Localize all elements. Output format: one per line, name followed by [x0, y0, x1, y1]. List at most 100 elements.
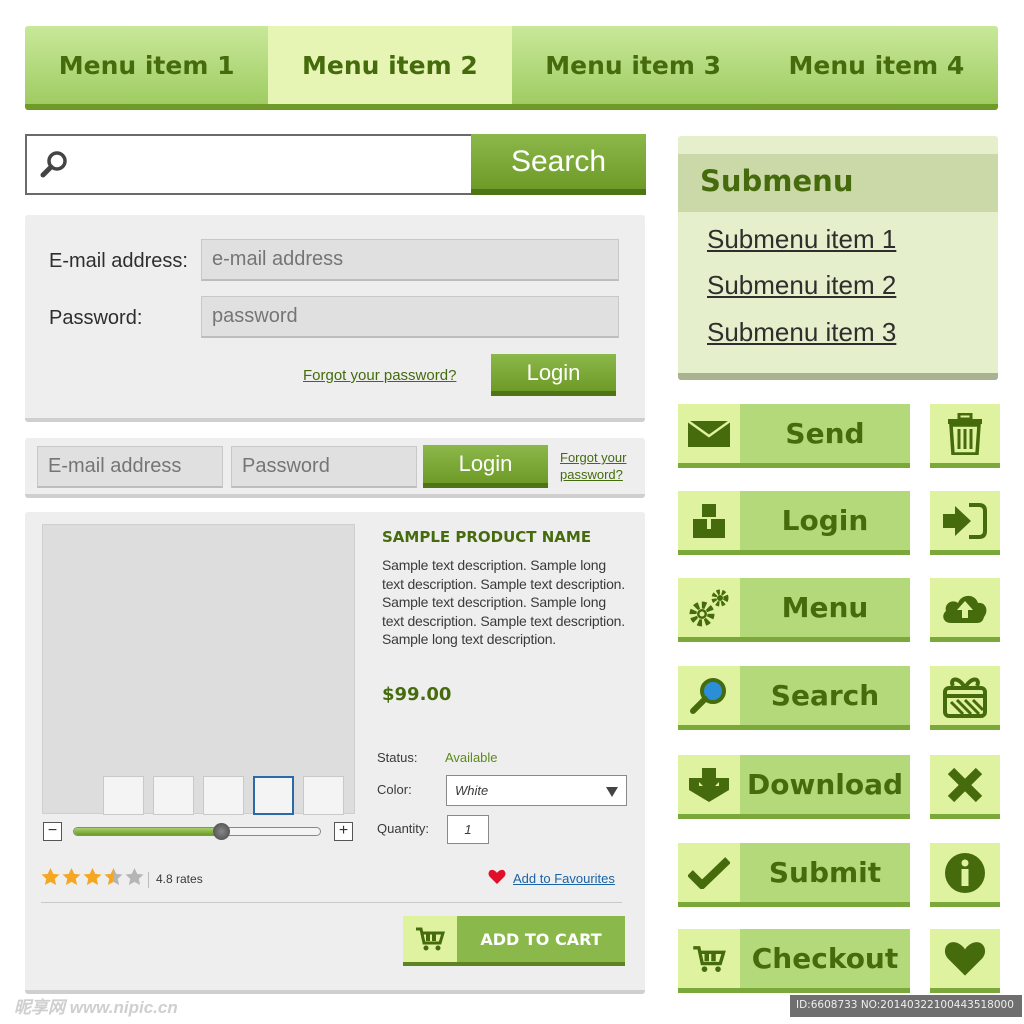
status-value: Available — [445, 750, 498, 765]
inline-password-field[interactable] — [231, 446, 417, 488]
color-select-value: White — [455, 783, 489, 798]
product-description: Sample text description. Sample long tex… — [382, 557, 625, 647]
sign-in-icon — [943, 502, 987, 539]
menu-item-3[interactable]: Menu item 3 — [512, 26, 755, 104]
checkout-button[interactable]: Checkout — [678, 929, 910, 993]
close-button[interactable] — [930, 755, 1000, 819]
quantity-input[interactable]: 1 — [447, 815, 489, 844]
gift-icon — [943, 677, 987, 718]
cart-icon — [403, 916, 457, 962]
submenu-item-1[interactable]: Submenu item 1 — [707, 224, 896, 255]
login-button[interactable]: Login — [491, 354, 616, 396]
product-thumbnail[interactable] — [253, 776, 294, 815]
star-icon[interactable] — [125, 868, 144, 886]
product-image — [42, 524, 355, 815]
submenu-item-2[interactable]: Submenu item 2 — [707, 270, 896, 301]
user-icon — [678, 491, 740, 550]
menu-item-4[interactable]: Menu item 4 — [755, 26, 998, 104]
quantity-label: Quantity: — [377, 821, 430, 836]
search-icon — [40, 151, 67, 178]
rating-stars[interactable] — [41, 868, 144, 886]
zoom-slider-track[interactable] — [73, 827, 321, 836]
inline-login-button[interactable]: Login — [423, 445, 548, 488]
search-action-button[interactable]: Search — [678, 666, 910, 730]
email-label: E-mail address: — [49, 250, 188, 272]
divider — [41, 902, 622, 903]
star-icon[interactable] — [41, 868, 60, 886]
magnifier-icon — [678, 666, 740, 725]
search-label: Search — [770, 679, 880, 712]
inline-email-field[interactable] — [37, 446, 223, 488]
menu-label: Menu — [781, 591, 869, 624]
zoom-in-button[interactable]: + — [334, 822, 353, 841]
send-button[interactable]: Send — [678, 404, 910, 468]
sign-in-button[interactable] — [930, 491, 1000, 555]
product-name: SAMPLE PRODUCT NAME — [382, 528, 592, 546]
inline-forgot-password-link[interactable]: Forgot your password? — [560, 449, 640, 483]
star-icon[interactable] — [62, 868, 81, 886]
product-thumbnail[interactable] — [303, 776, 344, 815]
dropdown-arrow-icon — [606, 787, 618, 797]
submenu-item-3[interactable]: Submenu item 3 — [707, 317, 896, 348]
product-panel: − + SAMPLE PRODUCT NAME Sample text desc… — [25, 512, 645, 994]
heart-icon — [488, 869, 506, 884]
zoom-slider-fill — [74, 828, 222, 835]
top-menu: Menu item 1 Menu item 2 Menu item 3 Menu… — [25, 26, 998, 110]
trash-icon — [948, 412, 982, 455]
search-button[interactable]: Search — [471, 134, 646, 195]
product-thumbnail[interactable] — [153, 776, 194, 815]
download-label: Download — [746, 768, 904, 801]
login-label: Login — [781, 504, 869, 537]
heart-icon — [944, 941, 986, 976]
info-button[interactable] — [930, 843, 1000, 907]
password-label: Password: — [49, 307, 143, 329]
product-thumbnail[interactable] — [203, 776, 244, 815]
gift-button[interactable] — [930, 666, 1000, 730]
product-thumbnail[interactable] — [103, 776, 144, 815]
status-label: Status: — [377, 750, 418, 765]
color-select[interactable]: White — [446, 775, 627, 806]
inline-login-bar: Login Forgot your password? — [25, 438, 645, 498]
zoom-slider-handle[interactable] — [212, 823, 230, 840]
star-icon[interactable] — [104, 868, 123, 886]
watermark-left: 昵享网 www.nipic.cn — [14, 998, 178, 1017]
search-box — [25, 134, 472, 195]
gears-icon — [678, 578, 740, 637]
checkout-label: Checkout — [751, 942, 899, 975]
cloud-upload-button[interactable] — [930, 578, 1000, 642]
color-label: Color: — [377, 782, 412, 797]
watermark-right: ID:6608733 NO:20140322100443518000 — [790, 995, 1022, 1017]
add-to-favourites-link[interactable]: Add to Favourites — [513, 871, 615, 886]
heart-button[interactable] — [930, 929, 1000, 993]
login-action-button[interactable]: Login — [678, 491, 910, 555]
email-field[interactable] — [201, 239, 619, 281]
submit-button[interactable]: Submit — [678, 843, 910, 907]
cart-icon — [678, 929, 740, 988]
forgot-password-link[interactable]: Forgot your password? — [303, 367, 456, 384]
download-button[interactable]: Download — [678, 755, 910, 819]
menu-item-2[interactable]: Menu item 2 — [268, 26, 512, 104]
star-icon[interactable] — [83, 868, 102, 886]
submit-label: Submit — [768, 856, 882, 889]
envelope-icon — [678, 404, 740, 463]
send-label: Send — [785, 417, 865, 450]
close-icon — [947, 767, 983, 802]
rating-text: 4.8 rates — [156, 872, 203, 886]
password-field[interactable] — [201, 296, 619, 338]
add-to-cart-button[interactable]: ADD TO CART — [403, 916, 625, 966]
info-icon — [945, 852, 985, 893]
menu-item-1[interactable]: Menu item 1 — [25, 26, 268, 104]
trash-button[interactable] — [930, 404, 1000, 468]
menu-button[interactable]: Menu — [678, 578, 910, 642]
product-price: $99.00 — [382, 684, 452, 705]
submenu-title: Submenu — [678, 154, 998, 212]
add-to-cart-label: ADD TO CART — [480, 929, 602, 949]
cloud-upload-icon — [943, 595, 987, 623]
zoom-out-button[interactable]: − — [43, 822, 62, 841]
checkmark-icon — [678, 843, 740, 902]
login-panel: E-mail address: Password: Forgot your pa… — [25, 215, 645, 422]
download-icon — [678, 755, 740, 814]
submenu-panel: Submenu Submenu item 1 Submenu item 2 Su… — [678, 136, 998, 380]
search-input[interactable] — [77, 142, 462, 188]
rating-separator — [148, 872, 149, 888]
